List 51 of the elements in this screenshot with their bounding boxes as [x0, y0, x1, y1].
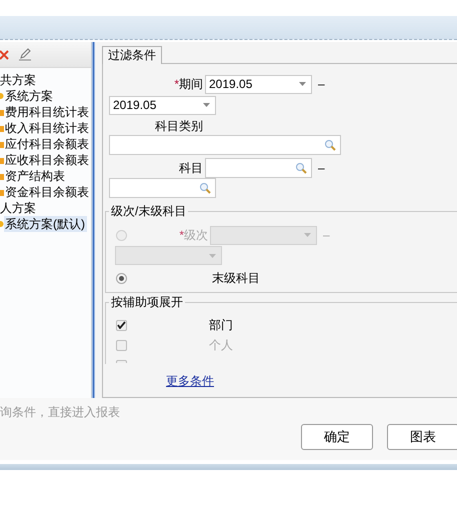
search-icon: [324, 139, 336, 151]
dropdown-arrow-icon: [203, 103, 210, 107]
check-icon: [117, 321, 126, 329]
delete-icon[interactable]: [0, 50, 9, 60]
period-start-dropdown[interactable]: 2019.05: [205, 74, 312, 94]
tree-item[interactable]: 系统方案: [4, 88, 55, 104]
more-conditions-link[interactable]: 更多条件: [166, 372, 214, 390]
range-dash: –: [318, 160, 325, 177]
radio-button[interactable]: [116, 272, 127, 284]
level-end-dropdown[interactable]: [115, 246, 222, 265]
tree-item[interactable]: 资金科目余额表: [4, 184, 91, 200]
group-title: 级次/末级科目: [109, 204, 188, 218]
tree-item[interactable]: 资产结构表: [4, 168, 67, 184]
tree-group-label[interactable]: 共方案: [0, 72, 91, 88]
search-icon: [295, 162, 307, 174]
confirm-button[interactable]: 确定: [301, 424, 373, 450]
checkbox[interactable]: [116, 340, 127, 350]
required-mark: *: [174, 76, 179, 93]
range-dash: –: [318, 76, 325, 93]
bullet-icon: [0, 218, 4, 230]
tree-item[interactable]: 费用科目统计表: [4, 104, 91, 120]
field-label: 级次: [184, 227, 208, 244]
option-label: 部门: [209, 317, 233, 334]
subject-start-field[interactable]: [205, 158, 312, 178]
tab[interactable]: 过滤条件: [102, 46, 162, 64]
field-label: 科目类别: [155, 120, 203, 133]
tree-group-label[interactable]: 人方案: [0, 200, 91, 216]
bullet-icon: [0, 90, 4, 102]
range-dash: –: [323, 227, 330, 244]
tree-item[interactable]: 收入科目统计表: [4, 120, 91, 136]
hint-text: 询条件，直接进入报表: [0, 404, 121, 420]
search-icon: [199, 182, 211, 194]
required-mark: *: [179, 227, 184, 244]
option-label: 个人: [209, 337, 233, 354]
checkbox[interactable]: [116, 320, 127, 330]
tree-item[interactable]: 系统方案(默认): [4, 216, 87, 232]
tree-item[interactable]: 应收科目余额表: [4, 152, 91, 168]
dropdown-arrow-icon: [304, 233, 311, 237]
period-end-dropdown[interactable]: 2019.05: [109, 96, 216, 114]
dropdown-arrow-icon: [209, 254, 216, 258]
subject-end-field[interactable]: [109, 178, 216, 198]
tree-item[interactable]: 应付科目余额表: [4, 136, 91, 152]
subject-category-field[interactable]: [109, 135, 341, 155]
field-label: 期间: [179, 76, 203, 93]
edit-icon[interactable]: [18, 48, 32, 61]
option-label: 末级科目: [212, 270, 260, 287]
dropdown-arrow-icon: [299, 82, 306, 86]
level-start-dropdown[interactable]: [210, 226, 317, 244]
chart-button[interactable]: 图表: [387, 424, 457, 450]
field-label: 科目: [179, 160, 203, 177]
group-title: 按辅助项展开: [109, 295, 185, 309]
